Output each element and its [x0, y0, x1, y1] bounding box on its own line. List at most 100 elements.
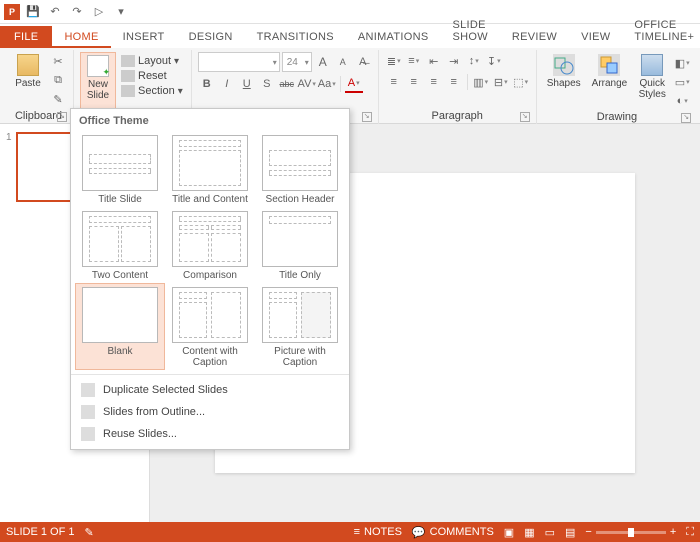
paste-icon [17, 54, 39, 76]
save-button[interactable]: 💾 [24, 3, 42, 21]
notes-button[interactable]: ≡ NOTES [354, 526, 402, 538]
layout-caption: Two Content [77, 270, 163, 281]
tab-review[interactable]: REVIEW [500, 26, 569, 48]
font-launcher[interactable]: ↘ [362, 112, 372, 122]
shape-fill-button[interactable]: ◧ [673, 54, 691, 72]
reset-button[interactable]: Reset [119, 69, 185, 83]
italic-button[interactable]: I [218, 75, 236, 93]
zoom-control[interactable]: − + [585, 526, 676, 538]
group-clipboard: Paste ✂ ⧉ ✎ Clipboard↘ [4, 50, 74, 124]
quick-styles-label: Quick Styles [639, 78, 666, 100]
bullets-button[interactable]: ≣ [385, 52, 403, 70]
layout-comparison[interactable]: Comparison [165, 207, 255, 283]
char-spacing-button[interactable]: AV [298, 75, 316, 93]
layout-title-slide[interactable]: Title Slide [75, 131, 165, 207]
underline-button[interactable]: U [238, 75, 256, 93]
cut-button[interactable]: ✂ [49, 52, 67, 70]
drawing-launcher[interactable]: ↘ [681, 113, 691, 123]
shape-outline-button[interactable]: ▭ [673, 73, 691, 91]
app-icon: P [4, 4, 20, 20]
font-size-combo[interactable]: 24 [282, 52, 312, 72]
spellcheck-icon[interactable]: ✎ [84, 526, 93, 539]
quick-styles-button[interactable]: Quick Styles [634, 52, 670, 110]
zoom-in-button[interactable]: + [670, 526, 676, 538]
zoom-out-button[interactable]: − [585, 526, 591, 538]
change-case-button[interactable]: Aa [318, 75, 336, 93]
columns-button[interactable]: ▥ [472, 73, 490, 91]
layout-title-only[interactable]: Title Only [255, 207, 345, 283]
qat-customize-button[interactable]: ▾ [112, 3, 130, 21]
zoom-slider[interactable] [596, 531, 666, 534]
tab-slideshow[interactable]: SLIDE SHOW [440, 14, 499, 48]
shadow-button[interactable]: S [258, 75, 276, 93]
increase-indent-button[interactable]: ⇥ [445, 52, 463, 70]
section-button[interactable]: Section▾ [119, 84, 185, 98]
section-icon [121, 85, 135, 97]
redo-button[interactable]: ↷ [68, 3, 86, 21]
line-spacing-button[interactable]: ↕ [465, 52, 483, 70]
strike-button[interactable]: abc [278, 75, 296, 93]
copy-button[interactable]: ⧉ [49, 71, 67, 89]
tab-animations[interactable]: ANIMATIONS [346, 26, 441, 48]
slideshow-view-button[interactable]: ▤ [565, 526, 575, 539]
smartart-button[interactable]: ⬚ [512, 73, 530, 91]
quick-styles-icon [641, 54, 663, 76]
layout-blank[interactable]: Blank [75, 283, 165, 370]
paste-button[interactable]: Paste [10, 52, 46, 109]
group-label-drawing: Drawing↘ [543, 110, 692, 125]
paragraph-launcher[interactable]: ↘ [520, 112, 530, 122]
align-text-button[interactable]: ⊟ [492, 73, 510, 91]
normal-view-button[interactable]: ▣ [504, 526, 514, 539]
align-right-button[interactable]: ≡ [425, 73, 443, 91]
justify-button[interactable]: ≡ [445, 73, 463, 91]
tab-view[interactable]: VIEW [569, 26, 622, 48]
new-slide-label: New Slide [87, 79, 109, 101]
align-left-button[interactable]: ≡ [385, 73, 403, 91]
bold-button[interactable]: B [198, 75, 216, 93]
decrease-indent-button[interactable]: ⇤ [425, 52, 443, 70]
tab-transitions[interactable]: TRANSITIONS [245, 26, 346, 48]
align-center-button[interactable]: ≡ [405, 73, 423, 91]
layout-gallery: Office Theme Title Slide Title and Conte… [70, 108, 350, 450]
gallery-heading: Office Theme [71, 109, 349, 131]
menu-duplicate-slides[interactable]: Duplicate Selected Slides [71, 379, 349, 401]
clipboard-launcher[interactable]: ↘ [57, 112, 67, 122]
start-slideshow-button[interactable]: ▷ [90, 3, 108, 21]
font-color-button[interactable]: A [345, 75, 363, 93]
tab-home[interactable]: HOME [52, 26, 110, 48]
comments-button[interactable]: 💬 COMMENTS [412, 526, 494, 539]
undo-button[interactable]: ↶ [46, 3, 64, 21]
new-slide-icon: ✦ [87, 55, 109, 77]
text-direction-button[interactable]: ↧ [485, 52, 503, 70]
layout-caption: Title and Content [167, 194, 253, 205]
font-name-combo[interactable] [198, 52, 280, 72]
shape-effects-button[interactable]: ◐ [673, 92, 691, 110]
numbering-button[interactable]: ≡ [405, 52, 423, 70]
layout-button[interactable]: Layout▾ [119, 54, 185, 68]
new-slide-button[interactable]: ✦ New Slide [80, 52, 116, 111]
tab-design[interactable]: DESIGN [177, 26, 245, 48]
layout-two-content[interactable]: Two Content [75, 207, 165, 283]
reuse-icon [81, 427, 95, 441]
clear-formatting-button[interactable]: A̶ [354, 53, 372, 71]
menu-slides-from-outline[interactable]: Slides from Outline... [71, 401, 349, 423]
reading-view-button[interactable]: ▭ [545, 526, 555, 539]
tab-insert[interactable]: INSERT [111, 26, 177, 48]
arrange-button[interactable]: Arrange [588, 52, 632, 110]
tab-office-timeline[interactable]: OFFICE TIMELINE+ [622, 14, 700, 48]
shapes-button[interactable]: Shapes [543, 52, 585, 110]
duplicate-icon [81, 383, 95, 397]
format-painter-button[interactable]: ✎ [49, 90, 67, 108]
layout-picture-with-caption[interactable]: Picture with Caption [255, 283, 345, 370]
layout-content-with-caption[interactable]: Content with Caption [165, 283, 255, 370]
menu-reuse-slides[interactable]: Reuse Slides... [71, 423, 349, 445]
layout-section-header[interactable]: Section Header [255, 131, 345, 207]
layout-title-and-content[interactable]: Title and Content [165, 131, 255, 207]
tab-file[interactable]: FILE [0, 26, 52, 48]
group-drawing: Shapes Arrange Quick Styles ◧ ▭ ◐ Drawin… [537, 50, 698, 124]
fit-to-window-button[interactable]: ⛶ [686, 526, 694, 539]
shrink-font-button[interactable]: A [334, 53, 352, 71]
sorter-view-button[interactable]: ▦ [524, 526, 534, 539]
grow-font-button[interactable]: A [314, 53, 332, 71]
quick-access-toolbar: P 💾 ↶ ↷ ▷ ▾ [0, 0, 700, 24]
